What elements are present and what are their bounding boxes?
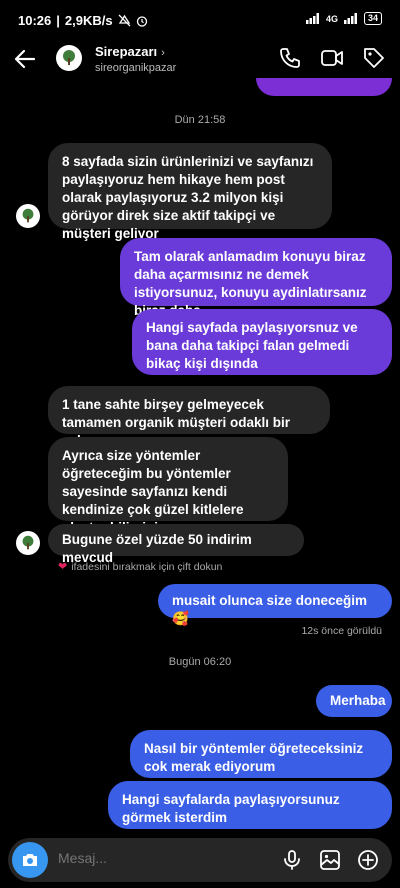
incoming-message[interactable]: 1 tane sahte birşey gelmeyecek tamamen o…: [48, 386, 330, 448]
tree-logo-icon: [22, 208, 34, 223]
header-actions: [278, 46, 386, 70]
composer-actions: [280, 848, 380, 872]
outgoing-message[interactable]: Tam olarak anlamadım konuyu biraz daha a…: [120, 238, 392, 318]
add-icon[interactable]: [356, 848, 380, 872]
message-composer: [8, 838, 392, 882]
status-bar: 10:26 | 2,9KB/s 4G 34: [0, 0, 400, 40]
status-right: 4G 34: [305, 12, 382, 25]
outgoing-message[interactable]: musait olunca size doneceğim 🥰: [158, 584, 392, 626]
seen-status: 12s önce görüldü: [301, 625, 382, 637]
video-call-icon[interactable]: [320, 46, 344, 70]
reaction-hint: ❤ ifadesini bırakmak için çift dokun: [58, 560, 223, 574]
message-input[interactable]: [58, 850, 258, 866]
status-left: 10:26 | 2,9KB/s: [18, 13, 148, 28]
microphone-icon[interactable]: [280, 848, 304, 872]
outgoing-message[interactable]: Nasıl bir yöntemler öğreteceksiniz cok m…: [130, 730, 392, 778]
network-type: 4G: [325, 13, 338, 24]
mute-icon: [118, 14, 131, 27]
previous-message-bubble: [256, 78, 392, 96]
contact-username: sireorganikpazar: [95, 62, 177, 74]
chevron-right-icon: ›: [161, 47, 165, 59]
incoming-message[interactable]: Ayrıca size yöntemler öğreteceğim bu yön…: [48, 437, 288, 535]
status-speed: 2,9KB/s: [64, 13, 113, 28]
contact-name-text: Sirepazarı: [95, 44, 158, 59]
camera-button[interactable]: [12, 842, 48, 878]
outgoing-message[interactable]: Merhaba: [316, 685, 392, 717]
avatar: [16, 531, 40, 555]
chat-header: Sirepazarı › sireorganikpazar: [0, 40, 400, 80]
reaction-hint-text: ifadesini bırakmak için çift dokun: [71, 560, 223, 573]
outgoing-message[interactable]: Hangi sayfalarda paylaşıyorsunuz görmek …: [108, 781, 392, 829]
heart-icon: ❤: [58, 561, 68, 573]
back-arrow-icon[interactable]: [12, 46, 38, 72]
battery-icon: 34: [363, 12, 382, 25]
contact-name[interactable]: Sirepazarı ›: [95, 44, 165, 59]
incoming-message[interactable]: 8 sayfada sizin ürünlerinizi ve sayfanız…: [48, 143, 332, 241]
camera-icon: [23, 854, 37, 866]
incoming-message[interactable]: Bugune özel yüzde 50 indirim mevcud: [48, 524, 304, 565]
signal-icon: [305, 13, 319, 24]
tree-logo-icon: [22, 535, 34, 550]
signal-icon-2: [343, 13, 357, 24]
gallery-icon[interactable]: [318, 848, 342, 872]
status-time: 10:26: [18, 13, 52, 28]
phone-icon[interactable]: [278, 46, 302, 70]
outgoing-message[interactable]: Hangi sayfada paylaşıyorsnuz ve bana dah…: [132, 309, 392, 375]
tree-logo-icon: [63, 50, 75, 65]
tag-icon[interactable]: [362, 46, 386, 70]
timestamp: Bugün 06:20: [168, 656, 232, 668]
avatar: [16, 204, 40, 228]
alarm-icon: [136, 15, 147, 27]
avatar[interactable]: [56, 45, 82, 71]
status-separator: |: [56, 13, 60, 28]
timestamp: Dün 21:58: [174, 114, 226, 126]
